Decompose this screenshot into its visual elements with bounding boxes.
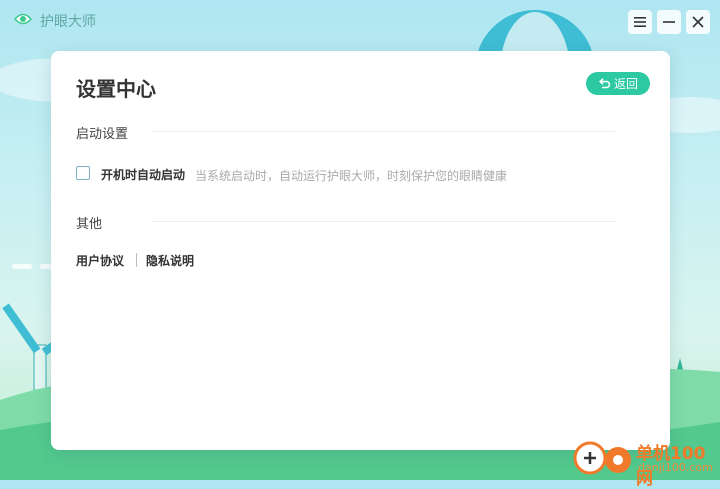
back-label: 返回	[613, 77, 638, 91]
page-title: 设置中心	[76, 77, 156, 101]
user-agreement-link[interactable]: 用户协议	[76, 252, 124, 269]
settings-panel: 设置中心 返回 启动设置 开机时自动启动 当系统启动时，自动运行护眼大师，时刻保…	[51, 51, 670, 450]
back-button[interactable]: 返回	[586, 72, 650, 95]
section-divider	[152, 221, 615, 222]
privacy-policy-link[interactable]: 隐私说明	[146, 252, 194, 269]
minimize-icon	[663, 21, 675, 23]
close-button[interactable]	[686, 10, 710, 34]
undo-arrow-icon	[599, 78, 611, 89]
watermark-subtext: danji100.com	[638, 461, 713, 474]
menu-icon	[634, 17, 646, 27]
section-title-startup: 启动设置	[76, 127, 129, 142]
app-name: 护眼大师	[40, 14, 96, 30]
autostart-checkbox[interactable]	[76, 166, 90, 180]
title-bar: 护眼大师	[0, 0, 720, 42]
menu-button[interactable]	[628, 10, 652, 34]
autostart-description: 当系统启动时，自动运行护眼大师，时刻保护您的眼睛健康	[195, 169, 508, 183]
autostart-label[interactable]: 开机时自动启动	[101, 166, 185, 183]
close-icon	[692, 16, 704, 28]
minimize-button[interactable]	[657, 10, 681, 34]
eye-icon	[14, 13, 32, 25]
section-divider	[152, 131, 615, 132]
link-separator	[136, 253, 137, 267]
section-title-other: 其他	[76, 217, 103, 232]
